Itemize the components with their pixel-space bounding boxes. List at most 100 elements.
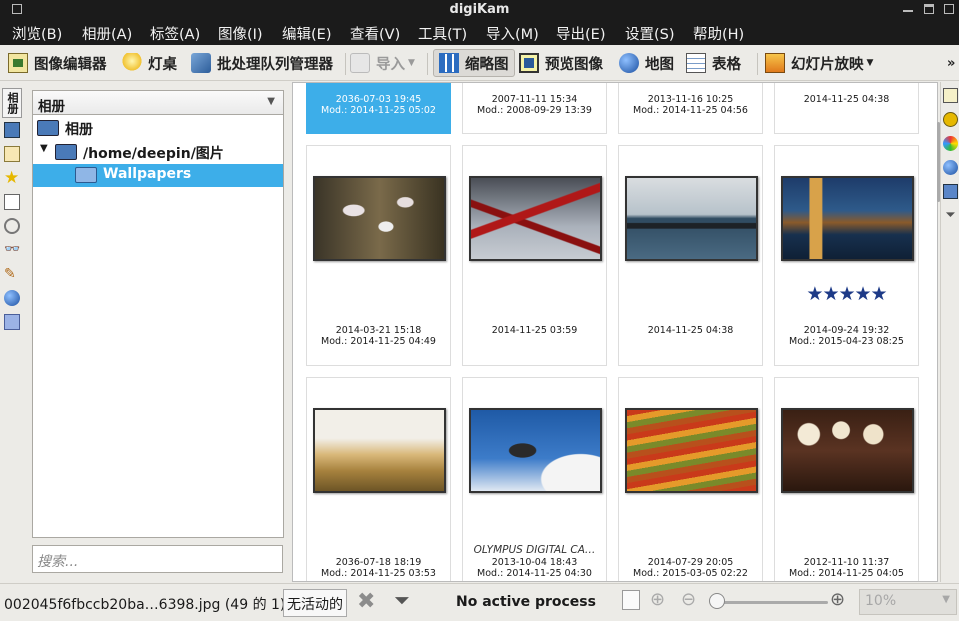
- thumbnail-item[interactable]: 2014-11-25 04:38: [774, 83, 919, 134]
- chevron-down-icon: ▼: [267, 96, 275, 107]
- thumbnail-grid[interactable]: 2036-07-03 19:45 Mod.: 2014-11-25 05:02 …: [292, 82, 938, 582]
- thumbnail-item[interactable]: 2014-03-21 15:18 Mod.: 2014-11-25 04:49: [306, 145, 451, 366]
- tree-item-label: Wallpapers: [103, 166, 192, 182]
- zoom-level-combo[interactable]: 10% ▼: [859, 589, 957, 615]
- tab-map-search-icon[interactable]: [4, 290, 20, 306]
- thumbnail-modified: Mod.: 2014-11-25 05:02: [321, 105, 436, 116]
- light-table-label: 灯桌: [148, 56, 177, 73]
- menu-export[interactable]: 导出(E): [556, 23, 605, 44]
- tab-search-binoculars-icon[interactable]: 👓: [4, 242, 20, 258]
- album-search-input[interactable]: 搜索...: [32, 545, 283, 573]
- thumbnails-icon: [439, 53, 459, 73]
- thumbnail-modified: Mod.: 2014-11-25 04:30: [477, 568, 592, 579]
- map-button[interactable]: 地图: [619, 49, 674, 77]
- colors-icon[interactable]: [943, 136, 958, 151]
- filter-status-button[interactable]: 无活动的: [283, 589, 347, 617]
- tab-timeline-icon[interactable]: [4, 218, 20, 234]
- thumbnail-item[interactable]: 2014-07-29 20:05 Mod.: 2015-03-05 02:22: [618, 377, 763, 581]
- thumbnail-item[interactable]: 2036-07-03 19:45 Mod.: 2014-11-25 05:02: [306, 83, 451, 134]
- zoom-in-icon[interactable]: ⊕: [830, 589, 845, 610]
- image-editor-label: 图像编辑器: [34, 56, 107, 73]
- filter-funnel-icon[interactable]: ⏷: [394, 588, 410, 612]
- chevron-down-icon: ▼: [942, 594, 950, 605]
- menu-edit[interactable]: 编辑(E): [282, 23, 331, 44]
- light-table-button[interactable]: 灯桌: [122, 49, 177, 77]
- photo-terraced-fields: [625, 408, 758, 493]
- thumbnail-date: 2014-11-25 04:38: [647, 325, 734, 336]
- tree-item-wallpapers[interactable]: Wallpapers: [33, 164, 283, 187]
- metadata-icon[interactable]: [943, 112, 958, 127]
- tree-item-deepin-pictures[interactable]: ▼ /home/deepin/图片: [33, 141, 283, 164]
- thumbnail-title: OLYMPUS DIGITAL CA…: [473, 545, 596, 556]
- process-status-label: No active process: [456, 594, 596, 610]
- menu-view[interactable]: 查看(V): [350, 23, 400, 44]
- captions-tags-icon[interactable]: [943, 184, 958, 199]
- thumbnail-item[interactable]: ★★★★★ 2014-09-24 19:32 Mod.: 2015-04-23 …: [774, 145, 919, 366]
- album-tree-panel: 相册 ▼ 相册 ▼ /home/deepin/图片 Wallpapers: [32, 90, 284, 538]
- globe-icon: [619, 53, 639, 73]
- preview-label: 预览图像: [545, 56, 603, 73]
- menu-browse[interactable]: 浏览(B): [12, 23, 62, 44]
- slideshow-icon: [765, 53, 785, 73]
- tab-albums[interactable]: 相册: [2, 88, 22, 118]
- thumbnail-item[interactable]: OLYMPUS DIGITAL CA… 2013-10-04 18:43 Mod…: [462, 377, 607, 581]
- filter-funnel-icon[interactable]: ⏷: [943, 208, 958, 223]
- right-sidebar-tabs: ⏷: [937, 82, 959, 582]
- geolocation-icon[interactable]: [943, 160, 958, 175]
- minimize-icon[interactable]: [903, 4, 913, 12]
- grid-scrollbar[interactable]: [937, 122, 940, 202]
- zoom-100-icon[interactable]: ⊕: [650, 589, 665, 610]
- menu-image[interactable]: 图像(I): [218, 23, 263, 44]
- thumbnail-item[interactable]: 2012-11-10 11:37 Mod.: 2014-11-25 04:05: [774, 377, 919, 581]
- tab-albums-icon[interactable]: [4, 122, 20, 138]
- zoom-slider[interactable]: [716, 601, 828, 604]
- thumbnail-item[interactable]: 2036-07-18 18:19 Mod.: 2014-11-25 03:53: [306, 377, 451, 581]
- album-view-combo[interactable]: 相册 ▼: [33, 91, 283, 115]
- close-window-icon[interactable]: [944, 4, 954, 14]
- thumbnail-item[interactable]: 2007-11-11 15:34 Mod.: 2008-09-29 13:39: [462, 83, 607, 134]
- toolbar-separator: [757, 53, 758, 75]
- tab-calendar-icon[interactable]: [4, 194, 20, 210]
- tab-labels-icon[interactable]: [4, 146, 20, 162]
- zoom-slider-handle[interactable]: [709, 593, 725, 609]
- album-folder-icon: [55, 144, 77, 160]
- zoom-out-icon[interactable]: ⊖: [681, 589, 696, 610]
- batch-queue-button[interactable]: 批处理队列管理器: [191, 49, 333, 77]
- fit-to-window-icon[interactable]: [622, 590, 640, 610]
- slideshow-button[interactable]: 幻灯片放映 ▼: [765, 49, 873, 77]
- thumbnail-date: 2014-09-24 19:32: [803, 325, 890, 336]
- toolbar-separator: [427, 53, 428, 75]
- menu-settings[interactable]: 设置(S): [625, 23, 675, 44]
- menu-help[interactable]: 帮助(H): [693, 23, 744, 44]
- table-button[interactable]: 表格: [686, 49, 741, 77]
- menu-tag[interactable]: 标签(A): [150, 23, 200, 44]
- menu-album[interactable]: 相册(A): [82, 23, 132, 44]
- thumbnails-view-button[interactable]: 缩略图: [433, 49, 515, 77]
- tree-item-label: 相册: [65, 122, 93, 138]
- album-folder-icon: [75, 167, 97, 183]
- clear-filter-x-icon[interactable]: ✖: [357, 589, 375, 614]
- import-dropdown-icon: ▼: [408, 58, 415, 68]
- properties-icon[interactable]: [943, 88, 958, 103]
- toolbar-overflow-button[interactable]: »: [947, 49, 955, 77]
- tree-item-root[interactable]: 相册: [33, 117, 283, 140]
- menu-import[interactable]: 导入(M): [486, 23, 539, 44]
- thumbnail-item[interactable]: 2014-11-25 04:38: [618, 145, 763, 366]
- image-editor-button[interactable]: 图像编辑器: [8, 49, 107, 77]
- maximize-icon[interactable]: [924, 4, 934, 14]
- left-sidebar-tabs: 相册 ★ 👓 ✎: [0, 82, 24, 582]
- tab-ratings-star-icon[interactable]: ★: [4, 170, 20, 187]
- thumbnail-modified: Mod.: 2015-04-23 08:25: [789, 336, 904, 347]
- preview-button[interactable]: 预览图像: [519, 49, 603, 77]
- thumbnail-modified: Mod.: 2015-03-05 02:22: [633, 568, 748, 579]
- thumbnail-date: 2013-10-04 18:43: [491, 557, 578, 568]
- thumbnail-item[interactable]: 2014-11-25 03:59: [462, 145, 607, 366]
- expand-arrow-icon[interactable]: ▼: [40, 143, 48, 154]
- menu-tools[interactable]: 工具(T): [418, 23, 467, 44]
- tab-people-icon[interactable]: [4, 314, 20, 330]
- import-button[interactable]: 导入 ▼: [350, 49, 415, 77]
- rating-stars[interactable]: ★★★★★: [775, 283, 918, 305]
- thumbnail-item[interactable]: 2013-11-16 10:25 Mod.: 2014-11-25 04:56: [618, 83, 763, 134]
- tab-fuzzy-search-icon[interactable]: ✎: [4, 266, 20, 282]
- batch-queue-label: 批处理队列管理器: [217, 56, 333, 73]
